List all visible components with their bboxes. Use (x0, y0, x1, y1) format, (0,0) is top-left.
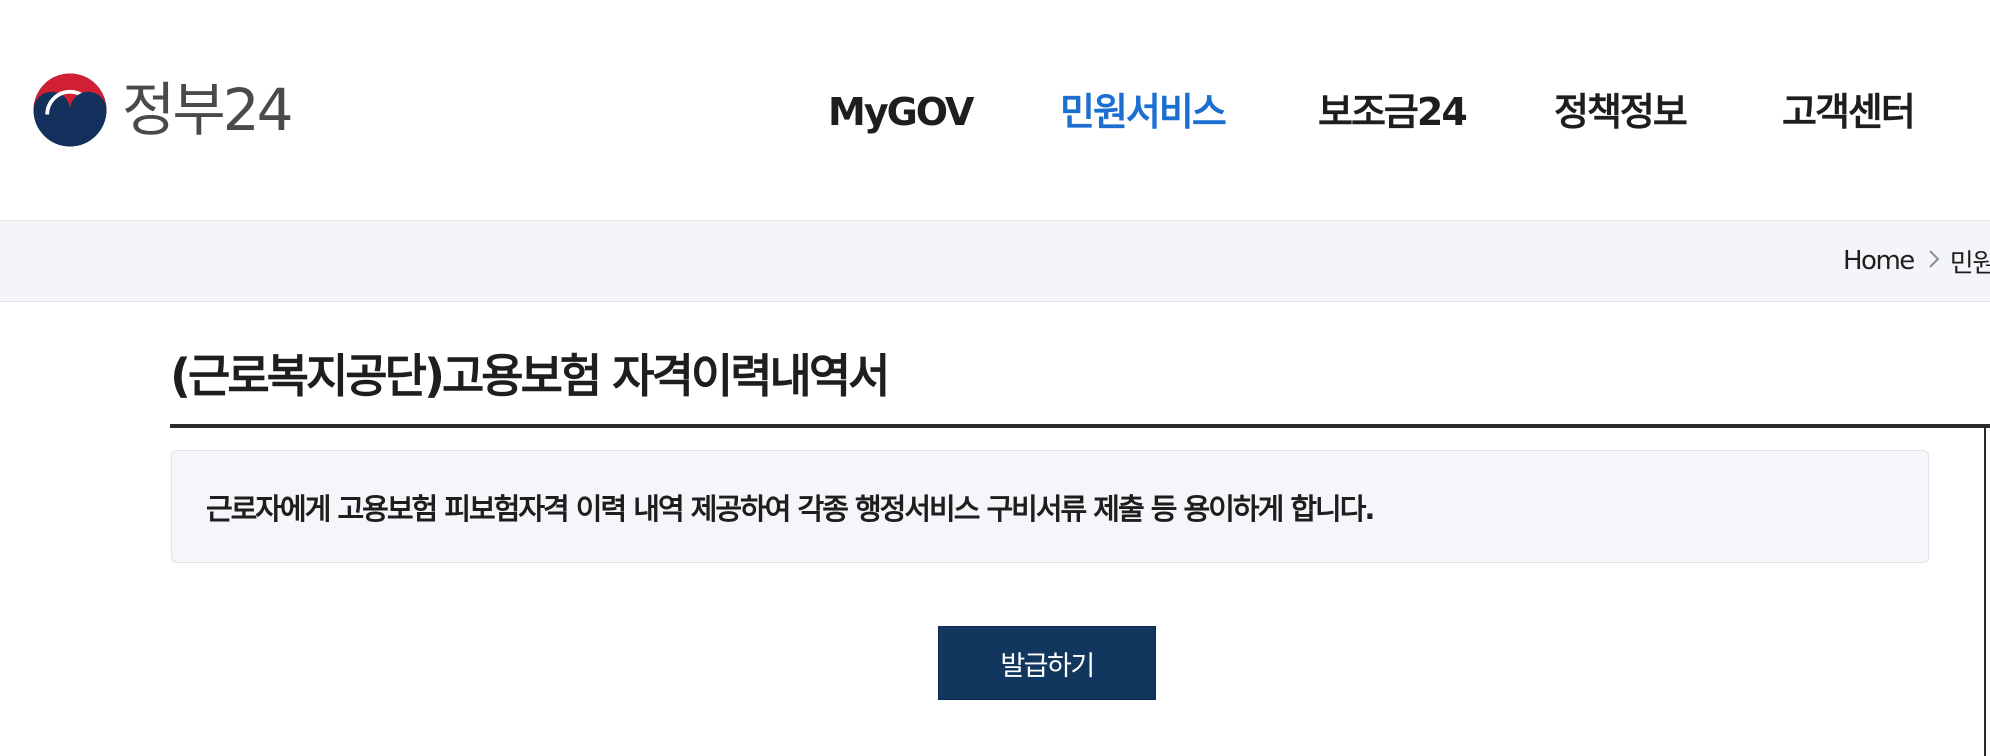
location-bar: Home 민원서비스 (0, 220, 1990, 302)
logo-text: 정부24 (122, 76, 294, 144)
chevron-right-icon (1928, 247, 1940, 275)
breadcrumb-civil-service[interactable]: 민원서비스 (1950, 243, 1990, 280)
breadcrumb-home[interactable]: Home (1843, 246, 1915, 276)
nav-policy-info[interactable]: 정책정보 (1554, 82, 1688, 142)
service-description-box: 근로자에게 고용보험 피보험자격 이력 내역 제공하여 각종 행정서비스 구비서… (171, 450, 1929, 563)
issue-button[interactable]: 발급하기 (938, 626, 1156, 700)
nav-mygov[interactable]: MyGOV (828, 82, 974, 142)
site-logo[interactable]: 정부24 (32, 72, 294, 148)
taegeuk-emblem-icon (33, 73, 107, 147)
breadcrumb: Home 민원서비스 (1843, 221, 1990, 301)
nav-civil-service[interactable]: 민원서비스 (1060, 82, 1227, 142)
service-description: 근로자에게 고용보험 피보험자격 이력 내역 제공하여 각종 행정서비스 구비서… (206, 491, 1375, 526)
page-title: (근로복지공단)고용보험 자격이력내역서 (170, 349, 891, 403)
nav-subsidy24[interactable]: 보조금24 (1318, 82, 1468, 142)
nav-customer-center[interactable]: 고객센터 (1782, 82, 1916, 142)
title-divider (170, 424, 1990, 428)
site-header: 정부24 MyGOV 민원서비스 보조금24 정책정보 고객센터 (0, 0, 1990, 220)
side-divider (1984, 428, 1986, 756)
